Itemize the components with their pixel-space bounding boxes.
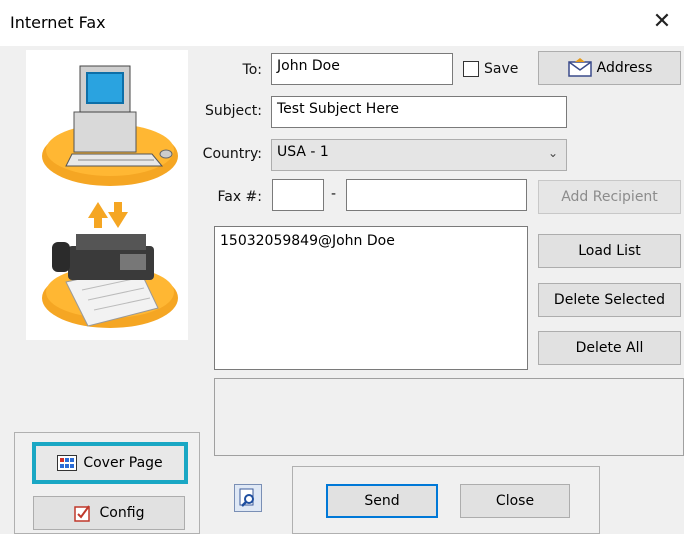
config-icon [73,505,90,522]
to-input[interactable]: John Doe [271,53,453,85]
title-bar: Internet Fax ✕ [0,0,684,46]
grid-icon [57,455,78,471]
save-checkbox[interactable] [463,61,479,77]
fax-dash: - [331,186,337,202]
close-icon[interactable]: ✕ [650,8,674,36]
envelope-icon [567,58,592,77]
window-title: Internet Fax [10,13,106,32]
delete-all-button[interactable]: Delete All [538,331,681,365]
list-item[interactable]: 15032059849@John Doe [220,233,522,249]
load-list-button[interactable]: Load List [538,234,681,268]
fax-area-code-input[interactable] [272,179,324,211]
close-button[interactable]: Close [460,484,570,518]
save-label: Save [484,61,519,77]
send-button[interactable]: Send [326,484,438,518]
preview-button[interactable] [234,484,262,512]
add-recipient-button[interactable]: Add Recipient [538,180,681,214]
cover-page-label: Cover Page [83,455,163,471]
subject-label: Subject: [204,103,262,119]
recipient-list[interactable]: 15032059849@John Doe [214,226,528,370]
subject-input[interactable]: Test Subject Here [271,96,567,128]
config-label: Config [99,505,145,521]
config-button[interactable]: Config [33,496,185,530]
fax-label: Fax #: [217,189,262,205]
address-button-label: Address [596,60,653,76]
magnifier-icon [239,488,254,507]
country-value: USA - 1 [277,144,329,160]
fax-number-input[interactable] [346,179,527,211]
to-label: To: [242,62,262,78]
computer-to-fax-image [42,65,178,328]
cover-page-button[interactable]: Cover Page [32,442,188,484]
country-label: Country: [202,146,262,162]
fax-illustration [26,50,188,340]
internet-fax-dialog: Internet Fax ✕ To: John Doe Save Address… [0,0,684,534]
country-select[interactable]: USA - 1 ⌄ [271,139,567,171]
chevron-down-icon: ⌄ [547,146,558,160]
delete-selected-button[interactable]: Delete Selected [538,283,681,317]
address-button[interactable]: Address [538,51,681,85]
message-area[interactable] [214,378,684,456]
